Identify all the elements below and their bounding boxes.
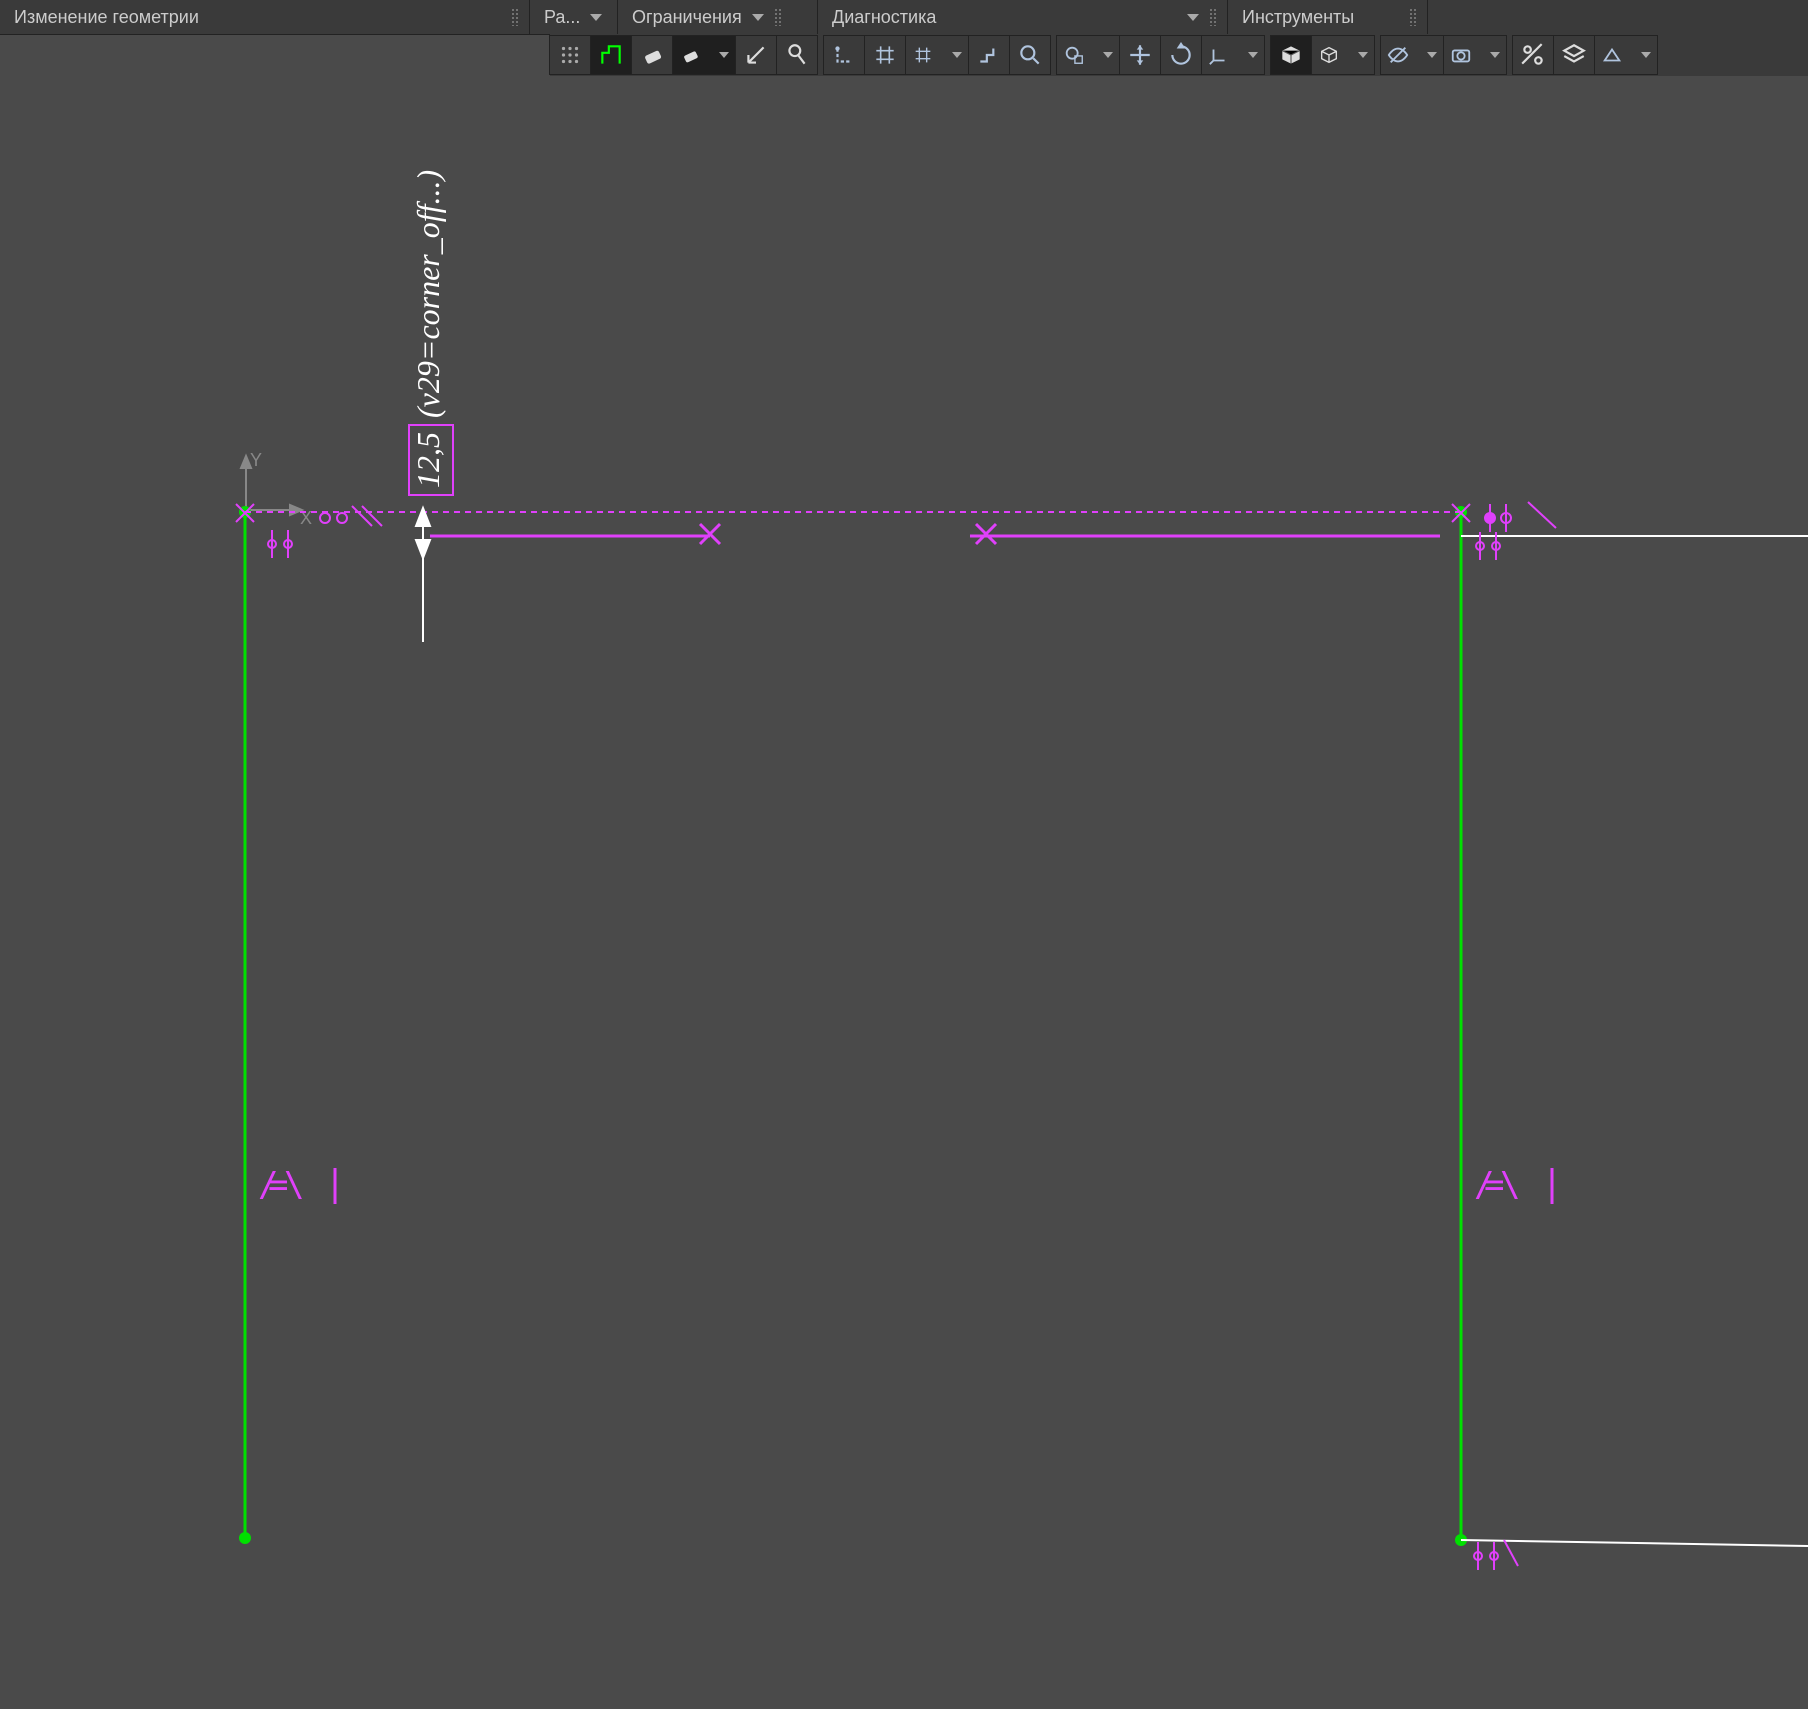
dimension-formula: (v29=corner_off...) [410, 170, 446, 418]
panel-label: Ограничения [632, 7, 742, 28]
camera-button[interactable] [1443, 35, 1507, 75]
layers-button[interactable] [1553, 35, 1595, 75]
dimension-label[interactable]: 12,5(v29=corner_off...) [410, 170, 447, 496]
snap-step-button[interactable] [968, 35, 1010, 75]
chevron-down-icon[interactable] [1187, 14, 1199, 21]
panel-diagnostics[interactable]: Диагностика [818, 0, 1228, 34]
panel-header-strip: Изменение геометрии Ра... Ограничения Ди… [0, 0, 1808, 35]
chevron-down-icon[interactable] [590, 14, 602, 21]
perpendicular-button[interactable] [735, 35, 777, 75]
chevron-down-icon [1103, 52, 1113, 58]
chevron-down-icon [1248, 52, 1258, 58]
box-wire-button[interactable] [1311, 35, 1375, 75]
profile-tool-button[interactable] [590, 35, 632, 75]
chevron-down-icon [952, 52, 962, 58]
sketch-endpoints [239, 506, 1467, 1546]
chevron-down-icon [1358, 52, 1368, 58]
csys-button[interactable] [1201, 35, 1265, 75]
panel-label: Изменение геометрии [14, 7, 199, 28]
grip-icon[interactable] [1409, 8, 1417, 26]
panel-ra[interactable]: Ра... [530, 0, 618, 34]
panel-edit-geometry[interactable]: Изменение геометрии [0, 0, 530, 34]
toolbar [550, 34, 1808, 77]
snap-grid-button[interactable] [864, 35, 906, 75]
chevron-down-icon[interactable] [752, 14, 764, 21]
sketch-geometry [245, 512, 1461, 1540]
chevron-down-icon [719, 52, 729, 58]
panel-label: Ра... [544, 7, 580, 28]
zoom-region-button[interactable] [1056, 35, 1120, 75]
grip-icon[interactable] [774, 8, 782, 26]
vis-hide-button[interactable] [1380, 35, 1444, 75]
sketch-canvas[interactable]: Y X [0, 76, 1808, 1709]
grip-icon[interactable] [511, 8, 519, 26]
chevron-down-icon [1641, 52, 1651, 58]
dimension-value: 12,5 [408, 424, 454, 496]
dimension-leader [416, 508, 430, 642]
probe-button[interactable] [776, 35, 818, 75]
svg-text:\: \ [284, 1165, 304, 1205]
axis-move-button[interactable] [1119, 35, 1161, 75]
snap-grid-dropdown-button[interactable] [905, 35, 969, 75]
export-button[interactable] [1594, 35, 1658, 75]
box-solid-button[interactable] [1270, 35, 1312, 75]
settings-button[interactable] [1512, 35, 1554, 75]
panel-label: Инструменты [1242, 7, 1354, 28]
ref-line-bottom [1461, 1540, 1808, 1546]
zoom-button[interactable] [1009, 35, 1051, 75]
panel-constraints[interactable]: Ограничения [618, 0, 818, 34]
vertical-constraint-glyphs: /=\ /=\ [258, 1165, 1552, 1205]
eraser-button[interactable] [631, 35, 673, 75]
panel-instruments[interactable]: Инструменты [1228, 0, 1428, 34]
snap-corner-button[interactable] [823, 35, 865, 75]
axis-rotate-button[interactable] [1160, 35, 1202, 75]
panel-label: Диагностика [832, 7, 936, 28]
grip-icon[interactable] [1209, 8, 1217, 26]
constraint-markers-tr [1452, 502, 1556, 560]
eraser-dropdown-button[interactable] [672, 35, 736, 75]
sketch-svg: Y X [0, 76, 1808, 1709]
constraint-markers-br [1474, 1540, 1518, 1570]
chevron-down-icon [1490, 52, 1500, 58]
dim-extension-lines [430, 524, 1440, 544]
chevron-down-icon [1427, 52, 1437, 58]
axis-y-label: Y [250, 450, 262, 470]
grip-icon[interactable] [549, 35, 591, 75]
svg-text:\: \ [1500, 1165, 1520, 1205]
